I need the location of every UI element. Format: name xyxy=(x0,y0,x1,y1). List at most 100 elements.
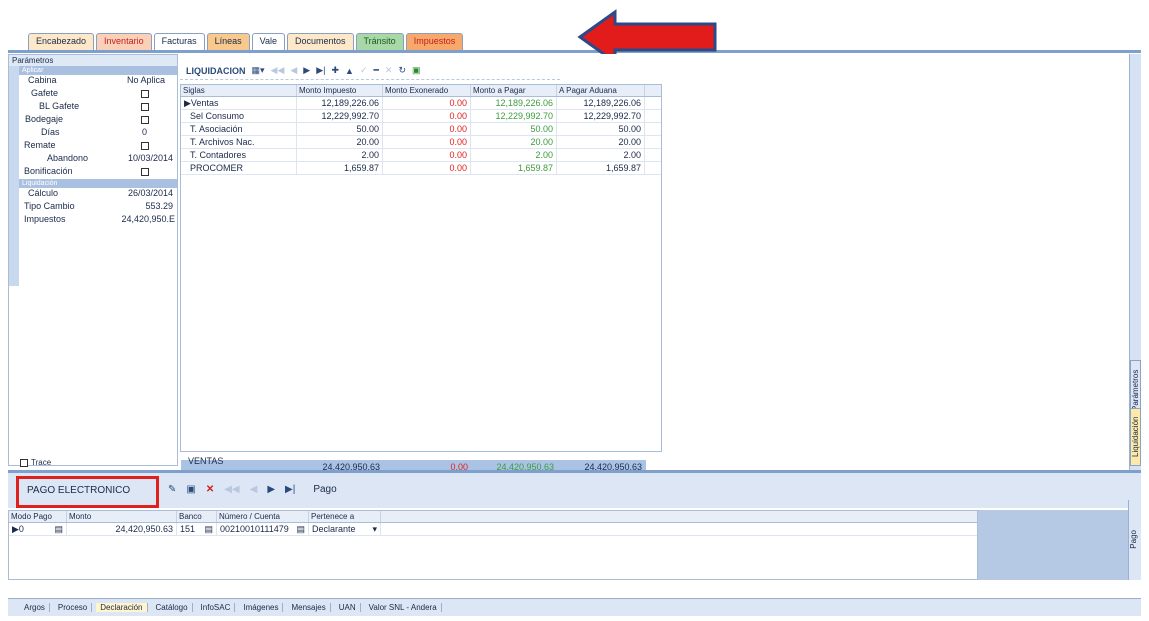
prev-page-icon[interactable]: ◀ xyxy=(250,484,258,495)
cell-exonerado: 0.00 xyxy=(383,110,471,122)
tab-impuestos[interactable]: Impuestos xyxy=(405,33,464,50)
delete-icon[interactable]: ✕ xyxy=(206,484,214,495)
pago-label: Pago xyxy=(313,484,337,495)
tab-proceso[interactable]: Proceso xyxy=(54,603,93,612)
tab-lineas[interactable]: Líneas xyxy=(206,33,250,50)
tab-mensajes[interactable]: Mensajes xyxy=(287,603,331,612)
impuestos-label: Impuestos xyxy=(24,214,66,224)
gafete-checkbox[interactable] xyxy=(141,90,149,98)
check-icon[interactable]: ✓ xyxy=(360,65,368,76)
marchamo-label: Cabina xyxy=(28,75,57,85)
col-monto[interactable]: Monto xyxy=(67,511,177,522)
trace-checkbox[interactable] xyxy=(20,459,28,467)
col-pagar-aduana[interactable]: A Pagar Aduana xyxy=(557,85,645,96)
tab-declaracion[interactable]: Declaración xyxy=(96,603,148,612)
tab-liquidacion[interactable]: Liquidación xyxy=(1130,408,1141,466)
tab-uan[interactable]: UAN xyxy=(335,603,361,612)
cell-exonerado: 0.00 xyxy=(383,123,471,135)
cell-cuenta: 00210010111479 xyxy=(220,524,289,534)
tab-facturas[interactable]: Facturas xyxy=(153,33,205,50)
banco-dropdown-icon[interactable]: ▤ xyxy=(204,523,213,535)
pago-grid-header: Modo Pago Monto Banco Número / Cuenta Pe… xyxy=(9,511,977,523)
col-monto-exonerado[interactable]: Monto Exonerado xyxy=(383,85,471,96)
cell-pertenece: Declarante xyxy=(312,524,356,534)
excel-icon[interactable]: ▣ xyxy=(412,65,421,76)
table-row[interactable]: PROCOMER 1,659.87 0.00 1,659.87 1,659.87 xyxy=(181,162,661,175)
prev-icon[interactable]: ◀ xyxy=(290,65,297,76)
parameters-panel: Parámetros Aplicar Cabina No Aplica Gafet… xyxy=(8,54,178,466)
tab-argos[interactable]: Argos xyxy=(20,603,50,612)
bonificacion-checkbox[interactable] xyxy=(141,168,149,176)
col-modo-pago[interactable]: Modo Pago xyxy=(9,511,67,522)
marchamo-value: No Aplica xyxy=(126,75,165,85)
col-banco[interactable]: Banco xyxy=(177,511,217,522)
col-numero-cuenta[interactable]: Número / Cuenta xyxy=(217,511,309,522)
tab-valor-snl[interactable]: Valor SNL - Andera xyxy=(365,603,442,612)
cell-sigla: T. Asociación xyxy=(181,123,297,135)
modo-dropdown-icon[interactable]: ▤ xyxy=(54,523,63,535)
dias-value: 0 xyxy=(141,127,147,137)
table-row[interactable]: ▶0 ▤ 24,420,950.63 151 ▤ 00210010111479 ▤ D… xyxy=(9,523,977,536)
bonificacion-label: Bonificación xyxy=(24,166,73,176)
bl-gafete-checkbox[interactable] xyxy=(141,103,149,111)
pago-side-strip: Pago xyxy=(1128,500,1141,580)
table-row[interactable]: T. Contadores 2.00 0.00 2.00 2.00 xyxy=(181,149,661,162)
prev-icon[interactable]: ◀◀ xyxy=(224,484,239,495)
pago-electronico-title: PAGO ELECTRONICO xyxy=(16,476,159,508)
tab-encabezado[interactable]: Encabezado xyxy=(28,33,95,50)
cell-exonerado: 0.00 xyxy=(383,136,471,148)
cell-impuesto: 2.00 xyxy=(297,149,383,161)
cell-impuesto: 12,189,226.06 xyxy=(297,97,383,109)
col-monto-pagar[interactable]: Monto a Pagar xyxy=(471,85,557,96)
tab-catalogo[interactable]: Catálogo xyxy=(152,603,193,612)
cell-pagar: 50.00 xyxy=(471,123,557,135)
bodegaje-checkbox[interactable] xyxy=(141,116,149,124)
tipo-cambio-value: 553.29 xyxy=(145,201,173,211)
col-monto-impuesto[interactable]: Monto Impuesto xyxy=(297,85,383,96)
col-siglas[interactable]: Siglas xyxy=(181,85,297,96)
section-liquidacion: Liquidación xyxy=(9,179,177,188)
cell-aduana: 1,659.87 xyxy=(557,162,645,174)
tab-infosac[interactable]: InfoSAC xyxy=(197,603,236,612)
table-row[interactable]: T. Archivos Nac. 20.00 0.00 20.00 20.00 xyxy=(181,136,661,149)
calendar-icon[interactable]: ▦▾ xyxy=(252,65,265,76)
cell-aduana: 12,189,226.06 xyxy=(557,97,645,109)
row-indicator-icon: ▶ xyxy=(184,98,191,108)
save-icon[interactable]: ▣ xyxy=(186,484,195,495)
cell-pagar: 12,189,226.06 xyxy=(471,97,557,109)
bottom-tab-bar: Argos Proceso Declaración Catálogo InfoS… xyxy=(8,598,1141,616)
first-icon[interactable]: ◀◀ xyxy=(271,65,285,76)
pertenece-dropdown-icon[interactable]: ▾ xyxy=(372,523,377,535)
pago-side-area xyxy=(978,510,1128,580)
last-page-icon[interactable]: ▶| xyxy=(285,484,295,495)
cuenta-dropdown-icon[interactable]: ▤ xyxy=(296,523,305,535)
tab-inventario[interactable]: Inventario xyxy=(96,33,152,50)
edit-icon[interactable]: ✎ xyxy=(168,484,176,495)
up-icon[interactable]: ▲ xyxy=(345,66,354,76)
table-row[interactable]: T. Asociación 50.00 0.00 50.00 50.00 xyxy=(181,123,661,136)
table-row[interactable]: ▶Ventas 12,189,226.06 0.00 12,189,226.06… xyxy=(181,97,661,110)
tab-transito[interactable]: Tránsito xyxy=(355,33,404,50)
abandono-value: 10/03/2014 xyxy=(127,153,173,163)
remove-icon[interactable]: ━ xyxy=(374,65,379,76)
refresh-icon[interactable]: ↻ xyxy=(398,65,406,76)
cancel-icon[interactable]: ✕ xyxy=(385,65,393,76)
last-icon[interactable]: ▶| xyxy=(316,65,325,76)
add-icon[interactable]: ✚ xyxy=(331,65,339,76)
cell-monto: 24,420,950.63 xyxy=(67,523,177,535)
cell-sigla: PROCOMER xyxy=(181,162,297,174)
cell-exonerado: 0.00 xyxy=(383,149,471,161)
next-page-icon[interactable]: ▶ xyxy=(267,484,275,495)
next-icon[interactable]: ▶ xyxy=(303,65,310,76)
tab-imagenes[interactable]: Imágenes xyxy=(239,603,284,612)
pago-side-tab[interactable]: Pago xyxy=(1129,530,1138,549)
col-pertenece[interactable]: Pertenece a xyxy=(309,511,381,522)
cell-sigla: Sel Consumo xyxy=(181,110,297,122)
remate-checkbox[interactable] xyxy=(141,142,149,150)
table-row[interactable]: Sel Consumo 12,229,992.70 0.00 12,229,99… xyxy=(181,110,661,123)
pago-toolbar: ✎ ▣ ✕ ◀◀ ◀ ▶ ▶| Pago xyxy=(168,484,337,495)
tab-vale[interactable]: Vale xyxy=(251,33,285,50)
tab-documentos[interactable]: Documentos xyxy=(286,33,354,50)
row-indicator-icon: ▶ xyxy=(12,524,19,534)
impuestos-value: 24,420,950.E xyxy=(121,214,175,224)
